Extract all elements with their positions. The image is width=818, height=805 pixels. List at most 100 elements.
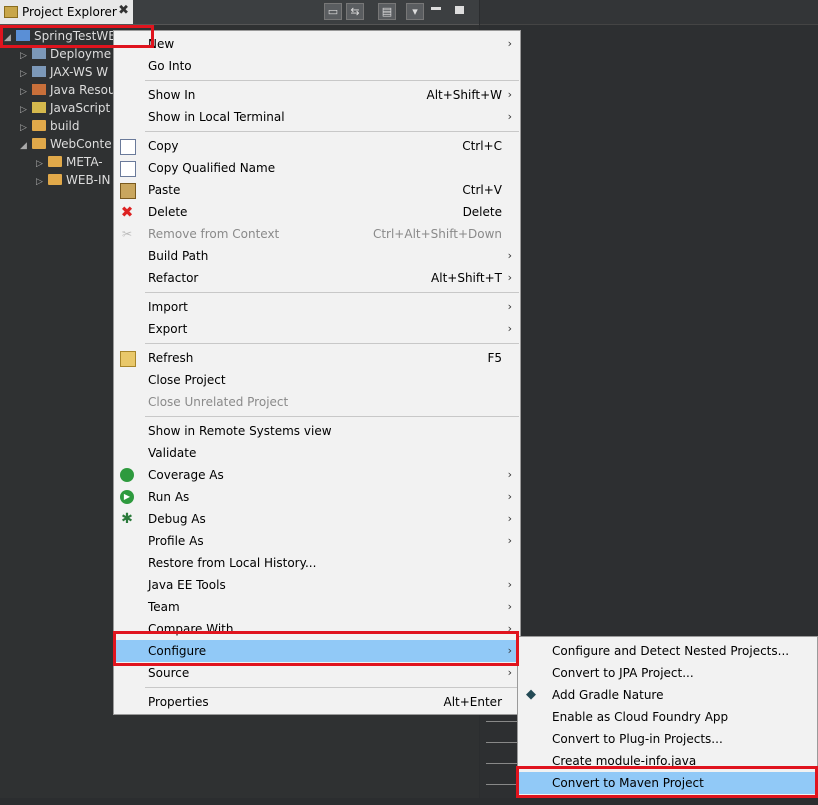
- close-icon[interactable]: ✖: [118, 3, 129, 18]
- tree-item-web-inf[interactable]: ▷ WEB-IN: [36, 171, 111, 189]
- editor-area-header: [480, 0, 818, 25]
- submenu-item-convert-to-plugin[interactable]: Convert to Plug-in Projects...: [518, 728, 817, 750]
- menu-item-run-as[interactable]: ▶ Run As ›: [114, 486, 520, 508]
- tree-item-java-resources[interactable]: ▷ Java Resou: [20, 81, 116, 99]
- debug-bug-icon: ✱: [121, 511, 133, 527]
- collapse-all-icon[interactable]: ▭: [324, 3, 342, 20]
- menu-item-copy[interactable]: Copy Ctrl+C: [114, 135, 520, 157]
- minimize-icon[interactable]: [431, 7, 441, 10]
- menu-item-close-project[interactable]: Close Project: [114, 369, 520, 391]
- remove-from-context-icon: ✂: [121, 227, 133, 241]
- menu-item-label: Team: [148, 600, 180, 614]
- run-icon: ▶: [120, 490, 134, 504]
- project-explorer-tab[interactable]: Project Explorer ✖: [0, 0, 133, 24]
- menu-item-properties[interactable]: Properties Alt+Enter: [114, 691, 520, 713]
- folder-icon: [48, 156, 62, 167]
- menu-item-label: Export: [148, 322, 188, 336]
- annotation-box-configure: [113, 631, 519, 666]
- paste-icon: [120, 183, 136, 199]
- expand-arrow-icon[interactable]: ◢: [20, 137, 32, 155]
- menu-separator: [145, 131, 519, 132]
- menu-item-label: Debug As: [148, 512, 206, 526]
- tree-item-build[interactable]: ▷ build: [20, 117, 80, 135]
- java-resources-icon: [32, 84, 46, 95]
- submenu-item-enable-cloud-foundry[interactable]: Enable as Cloud Foundry App: [518, 706, 817, 728]
- menu-item-team[interactable]: Team ›: [114, 596, 520, 618]
- menu-item-label: Copy Qualified Name: [148, 161, 276, 175]
- tree-item-label: WebConte: [50, 137, 112, 151]
- submenu-arrow-icon: ›: [507, 468, 512, 481]
- refresh-icon: [120, 351, 136, 367]
- menu-item-profile-as[interactable]: Profile As ›: [114, 530, 520, 552]
- annotation-box-convert-to-maven: [516, 766, 818, 798]
- delete-icon: ✖: [120, 203, 134, 221]
- menu-item-label: Close Project: [148, 373, 226, 387]
- menu-item-shortcut: Ctrl+C: [462, 139, 502, 153]
- tree-item-javascript[interactable]: ▷ JavaScript: [20, 99, 110, 117]
- javascript-icon: [32, 102, 46, 113]
- view-menu-icon[interactable]: ▾: [406, 3, 424, 20]
- folder-icon: [32, 120, 46, 131]
- menu-item-debug-as[interactable]: ✱ Debug As ›: [114, 508, 520, 530]
- menu-item-copy-qualified-name[interactable]: Copy Qualified Name: [114, 157, 520, 179]
- menu-item-build-path[interactable]: Build Path ›: [114, 245, 520, 267]
- submenu-item-convert-to-jpa[interactable]: Convert to JPA Project...: [518, 662, 817, 684]
- deployment-icon: [32, 48, 46, 59]
- menu-item-label: Run As: [148, 490, 190, 504]
- submenu-item-configure-detect-nested[interactable]: Configure and Detect Nested Projects...: [518, 640, 817, 662]
- menu-item-export[interactable]: Export ›: [114, 318, 520, 340]
- menu-item-shortcut: Alt+Shift+T: [431, 271, 502, 285]
- menu-separator: [145, 80, 519, 81]
- menu-item-label: Close Unrelated Project: [148, 395, 289, 409]
- menu-item-shortcut: F5: [487, 351, 502, 365]
- menu-item-delete[interactable]: ✖ Delete Delete: [114, 201, 520, 223]
- copy-icon: [120, 139, 136, 155]
- menu-item-label: Properties: [148, 695, 209, 709]
- submenu-arrow-icon: ›: [507, 322, 512, 335]
- filter-icon[interactable]: ▤: [378, 3, 396, 20]
- submenu-arrow-icon: ›: [507, 600, 512, 613]
- menu-item-close-unrelated-project[interactable]: Close Unrelated Project: [114, 391, 520, 413]
- submenu-item-label: Convert to JPA Project...: [552, 666, 694, 680]
- menu-item-label: Delete: [148, 205, 188, 219]
- menu-item-paste[interactable]: Paste Ctrl+V: [114, 179, 520, 201]
- tree-item-jaxws[interactable]: ▷ JAX-WS W: [20, 63, 108, 81]
- menu-item-label: Profile As: [148, 534, 204, 548]
- menu-item-label: Go Into: [148, 59, 192, 73]
- menu-item-shortcut: Ctrl+Alt+Shift+Down: [372, 227, 502, 241]
- menu-item-show-in-local-terminal[interactable]: Show in Local Terminal ›: [114, 106, 520, 128]
- menu-item-label: Remove from Context: [148, 227, 280, 241]
- menu-item-java-ee-tools[interactable]: Java EE Tools ›: [114, 574, 520, 596]
- submenu-arrow-icon: ›: [507, 534, 512, 547]
- menu-item-new[interactable]: New ›: [114, 33, 520, 55]
- gradle-elephant-icon: ◆: [526, 687, 536, 702]
- submenu-arrow-icon: ›: [507, 578, 512, 591]
- menu-item-refresh[interactable]: Refresh F5: [114, 347, 520, 369]
- tree-item-webcontent[interactable]: ◢ WebConte: [20, 135, 112, 153]
- link-with-editor-icon[interactable]: ⇆: [346, 3, 364, 20]
- menu-item-restore-from-local-history[interactable]: Restore from Local History...: [114, 552, 520, 574]
- menu-item-validate[interactable]: Validate: [114, 442, 520, 464]
- menu-item-show-in-remote-systems[interactable]: Show in Remote Systems view: [114, 420, 520, 442]
- submenu-arrow-icon: ›: [507, 37, 512, 50]
- copy-qualified-name-icon: [120, 161, 136, 177]
- expand-arrow-icon[interactable]: ▷: [36, 173, 48, 191]
- menu-item-refactor[interactable]: Refactor Alt+Shift+T ›: [114, 267, 520, 289]
- maximize-icon[interactable]: [455, 6, 464, 14]
- menu-item-show-in[interactable]: Show In Alt+Shift+W ›: [114, 84, 520, 106]
- submenu-arrow-icon: ›: [507, 300, 512, 313]
- submenu-arrow-icon: ›: [507, 249, 512, 262]
- project-explorer-tabbar: Project Explorer ✖ ▭ ⇆ ▤ ▾: [0, 0, 479, 25]
- folder-icon: [48, 174, 62, 185]
- menu-item-remove-from-context[interactable]: ✂ Remove from Context Ctrl+Alt+Shift+Down: [114, 223, 520, 245]
- tree-item-label: JAX-WS W: [50, 65, 109, 79]
- menu-item-coverage-as[interactable]: Coverage As ›: [114, 464, 520, 486]
- tree-item-meta-inf[interactable]: ▷ META-: [36, 153, 103, 171]
- menu-separator: [145, 687, 519, 688]
- menu-item-import[interactable]: Import ›: [114, 296, 520, 318]
- menu-item-shortcut: Delete: [462, 205, 502, 219]
- menu-item-label: Build Path: [148, 249, 209, 263]
- submenu-item-add-gradle-nature[interactable]: ◆ Add Gradle Nature: [518, 684, 817, 706]
- menu-item-label: Validate: [148, 446, 197, 460]
- menu-item-go-into[interactable]: Go Into: [114, 55, 520, 77]
